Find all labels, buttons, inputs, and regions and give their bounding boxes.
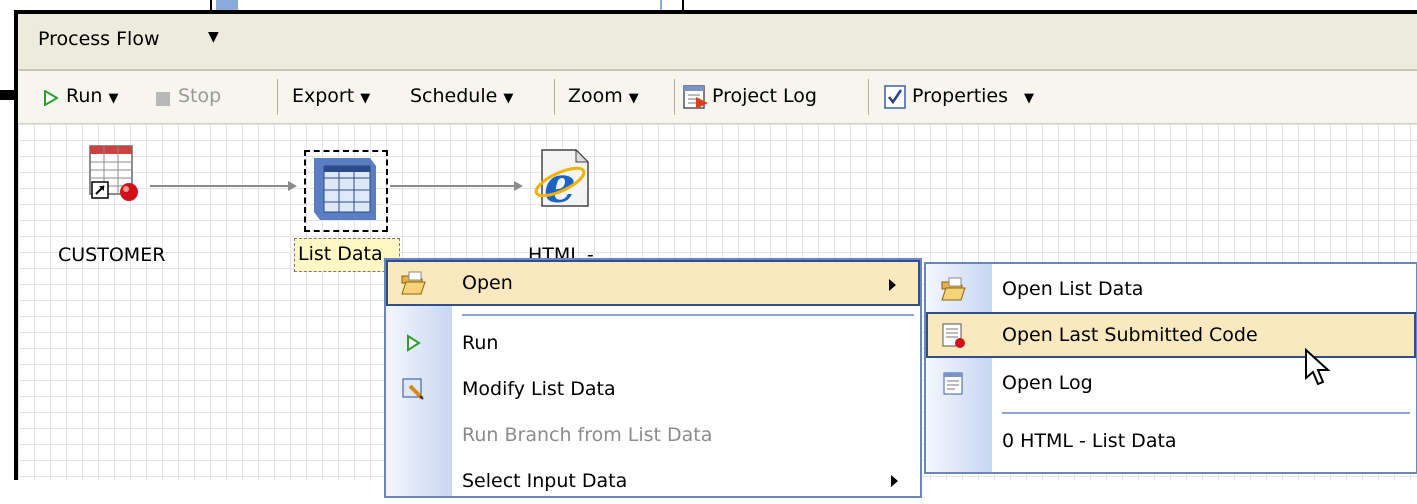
properties-icon[interactable] (884, 85, 906, 109)
node-label[interactable]: CUSTOMER (58, 244, 165, 266)
menu-item-modify[interactable]: Modify List Data (386, 366, 920, 412)
run-button[interactable]: Run ▼ (66, 85, 118, 107)
toolbar-divider (554, 79, 555, 115)
connector-arrow (288, 181, 297, 191)
submenu-item-html-list-data[interactable]: 0 HTML - List Data (926, 418, 1416, 464)
schedule-button[interactable]: Schedule ▼ (410, 85, 513, 107)
chevron-down-icon[interactable]: ▼ (108, 91, 118, 106)
menu-item-open[interactable]: Open (386, 260, 920, 306)
edit-icon (402, 378, 424, 400)
export-button[interactable]: Export ▼ (292, 85, 370, 107)
menu-separator (1002, 412, 1410, 414)
menu-item-run-branch[interactable]: Run Branch from List Data (386, 412, 920, 458)
code-icon (942, 323, 965, 348)
submenu-arrow-icon (891, 475, 898, 487)
background-window-edge (210, 0, 684, 10)
mouse-cursor-icon (1305, 348, 1331, 386)
chevron-down-icon[interactable]: ▼ (360, 91, 370, 106)
table-icon[interactable] (86, 142, 142, 206)
window-title[interactable]: Process Flow (38, 28, 160, 50)
task-icon[interactable] (310, 156, 382, 226)
run-icon (407, 334, 421, 352)
run-icon[interactable] (44, 90, 58, 106)
menu-item-select-input[interactable]: Select Input Data (386, 458, 920, 504)
submenu-item-open-list-data[interactable]: Open List Data (926, 266, 1416, 312)
stop-icon (156, 92, 170, 106)
toolbar-divider (674, 79, 675, 115)
window-titlebar: Process Flow ▼ (18, 14, 1417, 71)
folder-open-icon (401, 271, 426, 295)
folder-open-icon (941, 277, 966, 301)
chevron-down-icon[interactable]: ▼ (503, 91, 513, 106)
connector-line (150, 185, 290, 187)
open-submenu: Open List Data Open Last Submitted Code (924, 262, 1417, 474)
chevron-down-icon[interactable]: ▼ (1024, 91, 1034, 106)
toolbar-divider (868, 79, 869, 115)
submenu-item-open-last-submitted-code[interactable]: Open Last Submitted Code (926, 312, 1416, 358)
node-label[interactable]: List Data (298, 243, 383, 265)
stop-button[interactable]: Stop (178, 85, 221, 107)
context-menu: Open Run Modify List Data Run Branch fro… (384, 258, 922, 498)
submenu-item-open-log[interactable]: Open Log (926, 360, 1416, 406)
chevron-down-icon[interactable]: ▼ (629, 91, 639, 106)
toolbar-divider (277, 79, 278, 115)
flow-canvas[interactable]: CUSTOMER List Data e HTML - Open Run Mod… (18, 124, 1417, 498)
properties-button[interactable]: Properties ▼ (912, 85, 1034, 107)
project-log-button[interactable]: Project Log (712, 85, 817, 107)
connector-line (390, 185, 516, 187)
menu-item-run[interactable]: Run (386, 320, 920, 366)
menu-separator (462, 314, 914, 316)
connector-arrow (514, 181, 523, 191)
project-log-icon[interactable] (682, 83, 710, 111)
zoom-button[interactable]: Zoom ▼ (568, 85, 639, 107)
process-flow-window: Process Flow ▼ Run ▼ Stop Export ▼ Schedul… (14, 10, 1417, 498)
toolbar: Run ▼ Stop Export ▼ Schedule ▼ Zoom ▼ Projec… (18, 71, 1417, 124)
submenu-arrow-icon (889, 279, 896, 291)
internet-explorer-icon[interactable]: e (528, 146, 592, 210)
title-dropdown-icon[interactable]: ▼ (208, 29, 219, 45)
svg-text:e: e (544, 155, 576, 210)
log-icon (943, 372, 963, 395)
